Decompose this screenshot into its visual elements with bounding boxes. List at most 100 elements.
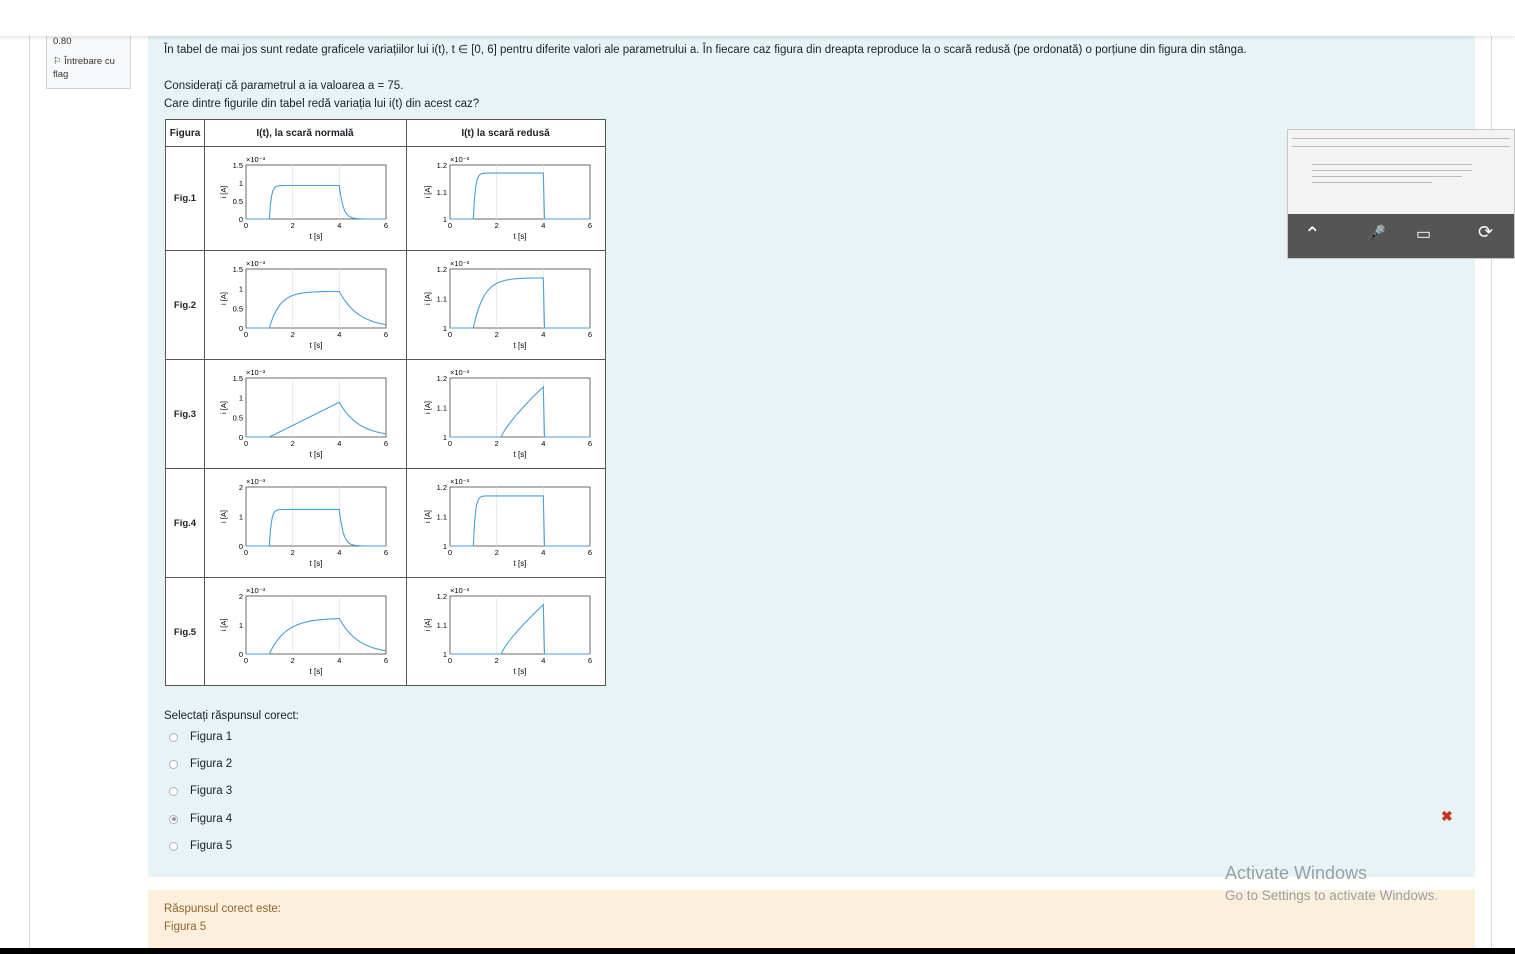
tick-label: 1 — [443, 433, 447, 442]
microphone-off-icon[interactable]: 🎤 — [1366, 224, 1386, 244]
camera-off-icon[interactable]: ▭ — [1416, 224, 1431, 244]
figure-plot: 0 2 4 6 1 1.1 1.2 t [s] i [A] ×10⁻³ — [424, 586, 592, 676]
x-axis-label: t [s] — [514, 559, 527, 568]
tick-label: 4 — [541, 656, 545, 665]
tick-label: 0 — [448, 656, 452, 665]
tick-label: 0 — [448, 439, 452, 448]
y-axis-label: i [A] — [424, 401, 432, 414]
figures-table: Figura I(t), la scară normală I(t) la sc… — [165, 119, 606, 686]
tick-label: 4 — [541, 330, 545, 339]
scale-multiplier: ×10⁻³ — [450, 368, 470, 377]
tick-label: 1 — [239, 285, 243, 294]
row-label: Fig.5 — [173, 627, 197, 638]
incorrect-icon: ✖ — [1441, 808, 1453, 824]
option-label: Figura 3 — [190, 785, 233, 797]
option-label: Figura 5 — [190, 840, 233, 852]
y-axis-label: i [A] — [220, 186, 228, 199]
question-grade: 0.80 — [53, 36, 72, 47]
tick-label: 6 — [384, 548, 388, 557]
tick-label: 1 — [239, 621, 243, 630]
tick-label: 1.2 — [437, 592, 447, 601]
radio-button[interactable] — [169, 841, 178, 851]
tick-label: 1.2 — [437, 483, 447, 492]
x-axis-label: t [s] — [514, 341, 527, 350]
scale-multiplier: ×10⁻³ — [450, 586, 470, 595]
tick-label: 1.1 — [437, 513, 447, 522]
figure-plot: 0 2 4 6 0 1 2 t [s] i [A] ×10⁻³ — [220, 477, 388, 568]
y-axis-label: i [A] — [220, 510, 228, 523]
scale-multiplier: ×10⁻³ — [450, 477, 470, 486]
option-label: Figura 2 — [190, 758, 233, 770]
radio-button[interactable] — [169, 759, 178, 769]
share-icon[interactable]: ⟳ — [1478, 222, 1493, 243]
tick-label: 1.1 — [437, 188, 447, 197]
x-axis-label: t [s] — [310, 667, 323, 676]
chevron-up-icon[interactable]: ⌃ — [1304, 222, 1321, 247]
tick-label: 0 — [239, 324, 243, 333]
answer-option-5[interactable]: Figura 5 — [169, 838, 232, 854]
plot-axes-box — [245, 268, 387, 329]
tick-label: 6 — [384, 330, 388, 339]
tick-label: 0 — [244, 221, 248, 230]
tick-label: 1.2 — [437, 374, 447, 383]
activate-windows-subtitle: Go to Settings to activate Windows. — [1225, 888, 1439, 903]
answer-option-1[interactable]: Figura 1 — [169, 729, 232, 745]
scale-multiplier: ×10⁻³ — [246, 259, 266, 268]
tick-label: 1.5 — [233, 161, 243, 170]
tick-label: 2 — [239, 592, 243, 601]
tick-label: 0.5 — [233, 413, 243, 422]
figure-plot: 0 2 4 6 0 0.5 1 1.5 t [s] i [A] ×10⁻³ — [220, 368, 388, 459]
tick-label: 0.5 — [233, 197, 243, 206]
tick-label: 0 — [244, 548, 248, 557]
flag-question-link[interactable]: ⚐ Întrebare cu flag — [53, 55, 125, 81]
table-header-reduced: I(t) la scară redusă — [406, 120, 605, 147]
question-intro: În tabel de mai jos sunt redate graficel… — [164, 44, 1247, 56]
radio-button[interactable] — [169, 732, 178, 742]
scale-multiplier: ×10⁻³ — [246, 477, 266, 486]
figure-plot: 0 2 4 6 0 0.5 1 1.5 t [s] i [A] ×10⁻³ — [220, 155, 388, 241]
tick-label: 0 — [244, 330, 248, 339]
answer-option-2[interactable]: Figura 2 — [169, 756, 232, 772]
tick-label: 2 — [495, 548, 499, 557]
tick-label: 0 — [239, 433, 243, 442]
tick-label: 1 — [443, 215, 447, 224]
tick-label: 2 — [495, 330, 499, 339]
tick-label: 1.1 — [437, 621, 447, 630]
figure-plot: 0 2 4 6 1 1.1 1.2 t [s] i [A] ×10⁻³ — [424, 477, 592, 568]
tick-label: 2 — [291, 439, 295, 448]
tick-label: 0 — [239, 215, 243, 224]
tick-label: 4 — [337, 221, 341, 230]
tick-label: 4 — [541, 221, 545, 230]
row-label: Fig.4 — [173, 517, 197, 529]
tick-label: 4 — [337, 656, 341, 665]
answer-option-3[interactable]: Figura 3 — [169, 783, 232, 799]
tick-label: 4 — [337, 330, 341, 339]
tick-label: 4 — [541, 548, 545, 557]
tick-label: 6 — [384, 656, 388, 665]
tick-label: 1.5 — [233, 374, 243, 383]
tick-label: 0.5 — [233, 304, 243, 313]
answer-prompt: Selectați răspunsul corect: — [164, 710, 299, 722]
screen-share-thumbnail[interactable]: ⌃ 🎤 ▭ ⟳ — [1287, 129, 1515, 259]
tick-label: 1 — [443, 542, 447, 551]
figure-plot: 0 2 4 6 1 1.1 1.2 t [s] i [A] ×10⁻³ — [424, 259, 592, 350]
answer-option-4[interactable]: Figura 4 — [169, 811, 232, 827]
tick-label: 4 — [337, 439, 341, 448]
y-axis-label: i [A] — [424, 186, 432, 199]
y-axis-label: i [A] — [424, 510, 432, 523]
radio-button-selected[interactable] — [169, 814, 178, 824]
row-label: Fig.3 — [173, 408, 197, 420]
left-border — [29, 36, 30, 948]
tick-label: 1.1 — [437, 295, 447, 304]
radio-button[interactable] — [169, 786, 178, 796]
tick-label: 6 — [588, 548, 592, 557]
tick-label: 1 — [443, 324, 447, 333]
flag-icon: ⚐ — [53, 56, 65, 67]
tick-label: 0 — [448, 221, 452, 230]
tick-label: 1.2 — [437, 265, 447, 274]
tick-label: 0 — [239, 650, 243, 659]
figure-plot: 0 2 4 6 1 1.1 1.2 t [s] i [A] ×10⁻³ — [424, 368, 592, 459]
question-parameter: Considerați că parametrul a ia valoarea … — [164, 80, 404, 92]
scale-multiplier: ×10⁻³ — [246, 586, 266, 595]
tick-label: 6 — [588, 439, 592, 448]
